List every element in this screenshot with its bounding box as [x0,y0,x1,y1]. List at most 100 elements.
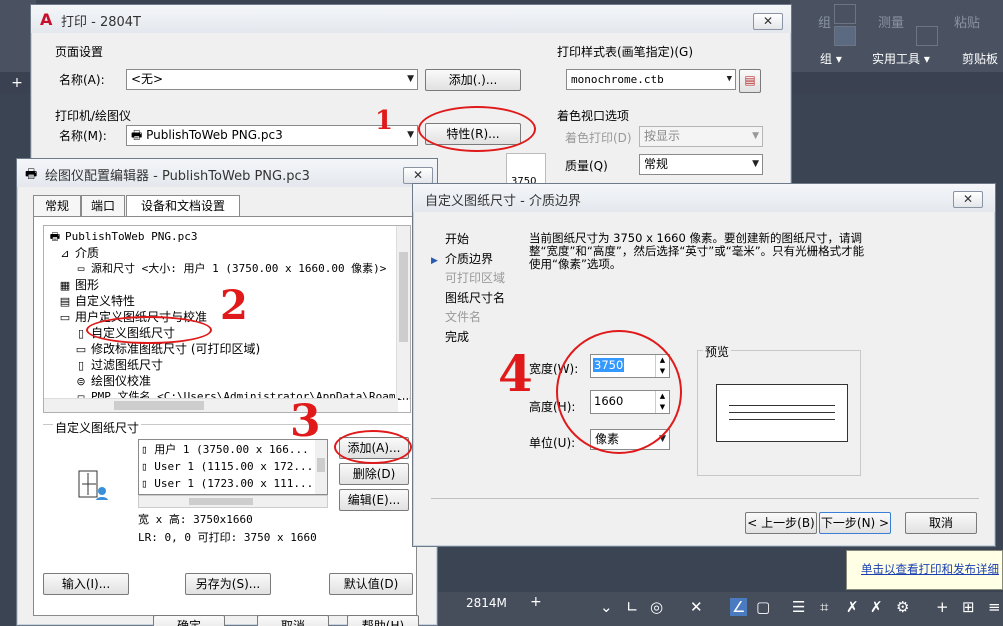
selection-cycle-icon[interactable]: ⌗ [820,598,828,616]
custom-size-item[interactable]: ▯ 用户 1 (3750.00 x 166... [141,441,313,458]
balloon-link[interactable]: 单击以查看打印和发布详细 [861,561,999,577]
page-setup-name-combo[interactable]: <无> ▼ [126,69,418,90]
tree-hscroll-thumb[interactable] [114,401,204,410]
tab-ports[interactable]: 端口 [81,195,125,216]
cancel-button[interactable]: 取消 [257,615,329,626]
print-titlebar: A 打印 - 2804T ✕ [31,5,791,33]
save-as-button[interactable]: 另存为(S)... [185,573,271,595]
annotation-circle-dimensions [556,330,682,454]
paper-icon: ▯ [141,477,155,490]
tree-item[interactable]: ▯ 过滤图纸尺寸 [74,357,163,373]
size-list-hthumb[interactable] [189,498,253,505]
annotation-circle-add [334,430,412,464]
edit-custom-size-button[interactable]: 编辑(E)... [339,489,409,511]
osnap-icon[interactable]: ✕ [690,598,703,616]
autocad-logo-icon: A [40,10,53,29]
customize-icon[interactable]: ≡ [988,598,1001,616]
wizard-step: 文件名 [431,308,481,326]
page-setup-name-label: 名称(A): [59,73,105,87]
tree-item-label: 源和尺寸 <大小: 用户 1 (3750.00 x 1660.00 像素)> [91,262,387,275]
status-chevron-icon[interactable]: ⌄ [600,598,613,616]
defaults-button[interactable]: 默认值(D) [329,573,413,595]
printer-section: 打印机/绘图仪 [55,109,132,123]
edit-plot-style-icon[interactable]: ▤ [739,69,761,93]
ribbon-ghost-measure: 测量 [878,16,905,31]
back-button[interactable]: < 上一步(B) [745,512,817,534]
ribbon-calc-icon[interactable] [916,26,938,46]
paper-icon: ▯ [141,460,155,473]
tree-item[interactable]: ⊿ 介质 [58,245,99,261]
ribbon-panel: 组 测量 粘贴 组 ▾ 实用工具 ▾ 剪贴板 [790,0,1003,72]
plot-style-combo[interactable]: monochrome.ctb ▼ [566,69,736,90]
import-button[interactable]: 输入(I)... [43,573,129,595]
crosshair-icon[interactable]: + [936,598,949,616]
ortho-icon[interactable]: ∟ [626,598,639,616]
polar-icon[interactable]: ◎ [650,598,663,616]
tree-item[interactable]: 🖶 PublishToWeb PNG.pc3 [48,229,198,245]
quality-value: 常规 [644,157,669,171]
wizard-step-label: 文件名 [445,310,482,324]
wizard-step-label: 可打印区域 [445,271,506,285]
tree-horizontal-scrollbar[interactable] [44,398,398,412]
preview-line [729,419,835,420]
plotter-close-button[interactable]: ✕ [403,167,433,184]
custom-size-list[interactable]: ▯ 用户 1 (3750.00 x 166... ▯ User 1 (1115.0… [138,439,328,495]
custom-size-item[interactable]: ▯ User 1 (1723.00 x 111... [141,475,313,492]
wizard-step: 完成 [431,328,469,346]
annotation-visibility-icon[interactable]: ✗ [870,598,883,616]
tree-item[interactable]: ▭ 源和尺寸 <大小: 用户 1 (3750.00 x 1660.00 像素)> [74,261,387,277]
preview-paper [716,384,848,442]
quality-combo[interactable]: 常规 ▼ [639,154,763,175]
ribbon-clipboard-label[interactable]: 剪贴板 [962,50,998,67]
size-list-thumb[interactable] [317,458,325,472]
page-setup-add-button[interactable]: 添加(.)... [425,69,521,91]
memory-readout: 2814M [466,596,507,610]
tree-item[interactable]: ⊜ 绘图仪校准 [74,373,151,389]
tree-item[interactable]: ▤ 自定义特性 [58,293,135,309]
wizard-step-label: 完成 [445,329,470,344]
lineweight-icon[interactable]: ☰ [792,598,805,616]
shaded-plot-combo: 按显示 ▼ [639,126,763,147]
media-icon: ⊿ [60,247,70,260]
status-add-icon[interactable]: + [530,594,542,610]
object-snap-icon[interactable]: ▢ [756,598,770,616]
wizard-cancel-button[interactable]: 取消 [905,512,977,534]
ribbon-tool-icon[interactable] [834,4,856,24]
print-close-button[interactable]: ✕ [753,13,783,30]
ribbon-utilities-label[interactable]: 实用工具 ▾ [872,50,930,67]
wizard-step-label: 开始 [445,232,470,246]
new-tab-plus-icon[interactable]: + [8,74,26,92]
size-list-scrollbar[interactable] [315,440,327,494]
wizard-steps: 开始 ▶ 介质边界 可打印区域 图纸尺寸名 文件名 完成 [431,230,531,350]
tree-scroll-thumb[interactable] [399,252,408,342]
ok-button[interactable]: 确定 [153,615,225,626]
page-icon: ▭ [77,262,85,275]
page-setup-section: 页面设置 [55,45,104,59]
tree-item-label: PublishToWeb PNG.pc3 [65,230,198,243]
wizard-titlebar: 自定义图纸尺寸 - 介质边界 ✕ [413,184,995,212]
size-list-hscrollbar[interactable] [138,495,328,508]
tab-device-settings[interactable]: 设备和文档设置 [126,195,240,218]
plotter-config-editor: 🖶 绘图仪配置编辑器 - PublishToWeb PNG.pc3 ✕ 常规 端… [16,158,438,626]
gear-icon[interactable]: ⚙ [896,598,909,616]
annotation-scale-icon[interactable]: ✗ [846,598,859,616]
ribbon-select-icon[interactable] [834,26,856,46]
angle-icon[interactable]: ∠ [730,598,748,616]
chevron-down-icon: ▼ [752,131,759,141]
wizard-step: ▶ 介质边界 [431,250,493,268]
tree-vertical-scrollbar[interactable] [396,226,410,398]
next-button[interactable]: 下一步(N) > [819,512,891,534]
tree-item-label: 介质 [75,246,100,260]
delete-custom-size-button[interactable]: 删除(D) [339,463,409,485]
wizard-close-button[interactable]: ✕ [953,191,983,208]
tree-item-label: 自定义特性 [75,294,136,308]
custom-size-item[interactable]: ▯ User 1 (1115.00 x 172... [141,458,313,475]
tab-general[interactable]: 常规 [33,195,81,216]
tree-item[interactable]: ▦ 图形 [58,277,99,293]
help-button[interactable]: 帮助(H) [347,615,419,626]
isolate-icon[interactable]: ⊞ [962,598,975,616]
annotation-number-1: 1 [375,106,394,136]
ribbon-group-label[interactable]: 组 ▾ [820,50,842,67]
units-label: 单位(U): [529,436,576,450]
plot-style-value: monochrome.ctb [571,73,664,86]
